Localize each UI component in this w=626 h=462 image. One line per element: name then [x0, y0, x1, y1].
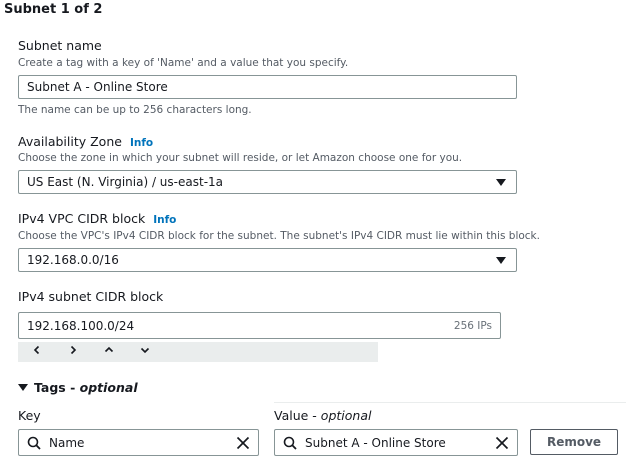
az-label-row: Availability Zone Info — [18, 134, 153, 149]
subnet-name-constraint: The name can be up to 256 characters lon… — [18, 104, 252, 116]
vpc-cidr-label: IPv4 VPC CIDR block — [18, 211, 146, 226]
tag-key-label: Key — [18, 408, 41, 423]
chevron-right-icon[interactable] — [66, 342, 80, 362]
subnet-cidr-label: IPv4 subnet CIDR block — [18, 289, 164, 304]
vpc-cidr-description: Choose the VPC's IPv4 CIDR block for the… — [18, 230, 540, 242]
vpc-cidr-select[interactable]: 192.168.0.0/16 — [18, 248, 517, 272]
subnet-name-description: Create a tag with a key of 'Name' and a … — [18, 57, 349, 69]
subnet-cidr-value: 192.168.100.0/24 — [27, 318, 135, 333]
az-selected-value: US East (N. Virginia) / us-east-1a — [27, 175, 224, 189]
caret-down-icon — [18, 384, 28, 391]
tag-key-input[interactable]: Name — [18, 429, 259, 456]
vpc-cidr-label-row: IPv4 VPC CIDR block Info — [18, 211, 176, 226]
tag-value-input[interactable]: Subnet A - Online Store — [274, 429, 518, 456]
az-description: Choose the zone in which your subnet wil… — [18, 152, 463, 164]
subnet-cidr-ip-count: 256 IPs — [453, 320, 492, 332]
az-select[interactable]: US East (N. Virginia) / us-east-1a — [18, 170, 517, 194]
close-icon[interactable] — [495, 436, 509, 450]
tag-key-value: Name — [49, 435, 85, 450]
az-label: Availability Zone — [18, 134, 122, 149]
tag-value-value: Subnet A - Online Store — [305, 435, 446, 450]
search-icon — [283, 436, 297, 450]
chevron-down-icon[interactable] — [138, 342, 152, 362]
divider — [274, 402, 626, 403]
subnet-cidr-input[interactable]: 192.168.100.0/24 256 IPs — [18, 312, 501, 339]
caret-down-icon — [496, 256, 506, 264]
chevron-up-icon[interactable] — [102, 342, 116, 362]
tags-expander[interactable]: Tags - optional — [18, 380, 138, 395]
subnet-name-value: Subnet A - Online Store — [27, 80, 168, 94]
subnet-name-input[interactable]: Subnet A - Online Store — [18, 75, 517, 99]
close-icon[interactable] — [236, 436, 250, 450]
tag-value-label: Value - optional — [274, 408, 372, 423]
subnet-name-label: Subnet name — [18, 38, 102, 53]
vpc-cidr-info-link[interactable]: Info — [153, 214, 176, 226]
cidr-stepper — [18, 342, 378, 362]
remove-tag-button[interactable]: Remove — [530, 429, 618, 455]
search-icon — [27, 436, 41, 450]
caret-down-icon — [496, 178, 506, 186]
vpc-cidr-selected-value: 192.168.0.0/16 — [27, 253, 119, 267]
chevron-left-icon[interactable] — [30, 342, 44, 362]
az-info-link[interactable]: Info — [130, 137, 153, 149]
section-title: Subnet 1 of 2 — [4, 2, 103, 17]
tags-title: Tags - optional — [34, 380, 138, 395]
